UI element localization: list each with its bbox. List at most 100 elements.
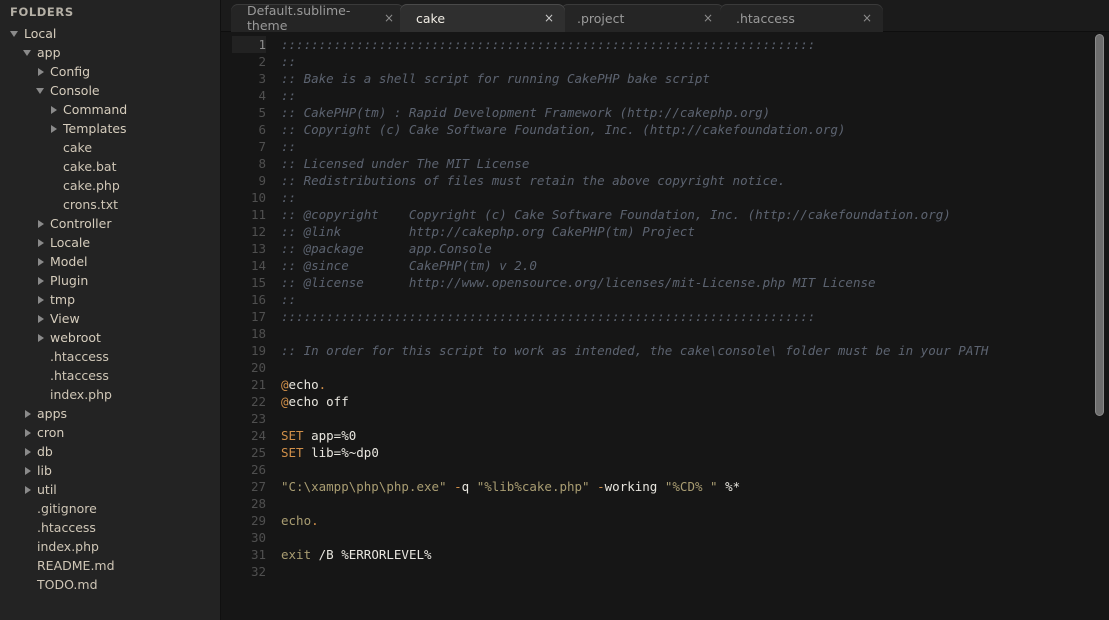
chevron-down-icon[interactable] [10, 28, 21, 39]
tree-file-index-php[interactable]: index.php [0, 537, 220, 556]
tree-folder-webroot[interactable]: webroot [0, 328, 220, 347]
chevron-right-icon[interactable] [49, 123, 60, 134]
chevron-right-icon[interactable] [36, 313, 47, 324]
tree-folder-console[interactable]: Console [0, 81, 220, 100]
tree-folder-tmp[interactable]: tmp [0, 290, 220, 309]
chevron-right-icon[interactable] [36, 256, 47, 267]
tree-file--htaccess[interactable]: .htaccess [0, 347, 220, 366]
code-line-text: ::::::::::::::::::::::::::::::::::::::::… [266, 36, 815, 53]
chevron-right-icon[interactable] [36, 66, 47, 77]
code-line[interactable]: 24 SET app=%0 [221, 427, 1109, 444]
code-line[interactable]: 21 @echo. [221, 376, 1109, 393]
tree-file-cake-php[interactable]: cake.php [0, 176, 220, 195]
chevron-right-icon[interactable] [23, 427, 34, 438]
tree-file--htaccess[interactable]: .htaccess [0, 366, 220, 385]
tab-bar: Default.sublime-theme × cake × .project × .hta… [221, 0, 1109, 32]
code-line[interactable]: 15:: @license http://www.opensource.org/… [221, 274, 1109, 291]
code-line[interactable]: 18 [221, 325, 1109, 342]
code-line[interactable]: 10:: [221, 189, 1109, 206]
tree-folder-command[interactable]: Command [0, 100, 220, 119]
tree-file-index-php[interactable]: index.php [0, 385, 220, 404]
code-line[interactable]: 28 [221, 495, 1109, 512]
tree-folder-config[interactable]: Config [0, 62, 220, 81]
tree-folder-app[interactable]: app [0, 43, 220, 62]
chevron-right-icon[interactable] [36, 275, 47, 286]
code-line[interactable]: 1:::::::::::::::::::::::::::::::::::::::… [221, 36, 1109, 53]
code-token: :: [281, 292, 297, 307]
tree-folder-local[interactable]: Local [0, 24, 220, 43]
code-token: SET [281, 445, 312, 460]
close-icon[interactable]: × [384, 12, 394, 24]
tree-folder-lib[interactable]: lib [0, 461, 220, 480]
code-line[interactable]: 16:: [221, 291, 1109, 308]
code-line[interactable]: 32 [221, 563, 1109, 580]
code-line[interactable]: 7:: [221, 138, 1109, 155]
tab-default-sublime-theme[interactable]: Default.sublime-theme × [231, 3, 404, 32]
code-editor[interactable]: 1:::::::::::::::::::::::::::::::::::::::… [221, 32, 1109, 620]
code-line[interactable]: 29 echo. [221, 512, 1109, 529]
code-line[interactable]: 30 [221, 529, 1109, 546]
code-line[interactable]: 2:: [221, 53, 1109, 70]
tree-file--htaccess[interactable]: .htaccess [0, 518, 220, 537]
code-line[interactable]: 22 @echo off [221, 393, 1109, 410]
tree-file--gitignore[interactable]: .gitignore [0, 499, 220, 518]
close-icon[interactable]: × [861, 12, 873, 24]
chevron-right-icon[interactable] [23, 465, 34, 476]
code-line-text [266, 325, 281, 342]
tree-file-todo-md[interactable]: TODO.md [0, 575, 220, 594]
code-line[interactable]: 9:: Redistributions of files must retain… [221, 172, 1109, 189]
code-line[interactable]: 27 "C:\xampp\php\php.exe" -q "%lib%cake.p… [221, 478, 1109, 495]
code-line[interactable]: 6:: Copyright (c) Cake Software Foundati… [221, 121, 1109, 138]
chevron-down-icon[interactable] [36, 85, 47, 96]
tree-folder-controller[interactable]: Controller [0, 214, 220, 233]
chevron-right-icon[interactable] [36, 237, 47, 248]
code-token: app=%0 [311, 428, 357, 443]
code-line[interactable]: 3:: Bake is a shell script for running C… [221, 70, 1109, 87]
vertical-scrollbar[interactable] [1095, 34, 1104, 416]
tree-folder-view[interactable]: View [0, 309, 220, 328]
code-line[interactable]: 25 SET lib=%~dp0 [221, 444, 1109, 461]
code-line[interactable]: 13:: @package app.Console [221, 240, 1109, 257]
code-line[interactable]: 19:: In order for this script to work as… [221, 342, 1109, 359]
code-line[interactable]: 14:: @since CakePHP(tm) v 2.0 [221, 257, 1109, 274]
tree-item-label: lib [37, 463, 52, 478]
tree-file-crons-txt[interactable]: crons.txt [0, 195, 220, 214]
code-lines-container[interactable]: 1:::::::::::::::::::::::::::::::::::::::… [221, 32, 1109, 620]
code-line[interactable]: 4:: [221, 87, 1109, 104]
code-line[interactable]: 17::::::::::::::::::::::::::::::::::::::… [221, 308, 1109, 325]
chevron-right-icon[interactable] [49, 104, 60, 115]
tree-file-cake[interactable]: cake [0, 138, 220, 157]
chevron-right-icon[interactable] [23, 408, 34, 419]
code-line[interactable]: 31 exit /B %ERRORLEVEL% [221, 546, 1109, 563]
chevron-right-icon[interactable] [23, 484, 34, 495]
chevron-right-icon[interactable] [36, 332, 47, 343]
tab--project[interactable]: .project × [561, 4, 724, 32]
chevron-right-icon[interactable] [36, 294, 47, 305]
code-line[interactable]: 5:: CakePHP(tm) : Rapid Development Fram… [221, 104, 1109, 121]
code-line[interactable]: 11:: @copyright Copyright (c) Cake Softw… [221, 206, 1109, 223]
chevron-down-icon[interactable] [23, 47, 34, 58]
tree-folder-model[interactable]: Model [0, 252, 220, 271]
tree-folder-cron[interactable]: cron [0, 423, 220, 442]
close-icon[interactable]: × [702, 12, 714, 24]
code-line[interactable]: 20 [221, 359, 1109, 376]
tree-folder-locale[interactable]: Locale [0, 233, 220, 252]
tree-folder-plugin[interactable]: Plugin [0, 271, 220, 290]
line-number: 18 [250, 326, 266, 341]
tree-folder-apps[interactable]: apps [0, 404, 220, 423]
tab-cake[interactable]: cake × [400, 4, 565, 32]
tree-folder-db[interactable]: db [0, 442, 220, 461]
code-line[interactable]: 12:: @link http://cakephp.org CakePHP(tm… [221, 223, 1109, 240]
tree-file-readme-md[interactable]: README.md [0, 556, 220, 575]
tree-file-cake-bat[interactable]: cake.bat [0, 157, 220, 176]
close-icon[interactable]: × [543, 12, 555, 24]
code-line[interactable]: 26 [221, 461, 1109, 478]
chevron-right-icon[interactable] [23, 446, 34, 457]
code-line[interactable]: 8:: Licensed under The MIT License [221, 155, 1109, 172]
tree-folder-templates[interactable]: Templates [0, 119, 220, 138]
tab--htaccess[interactable]: .htaccess × [720, 4, 883, 32]
code-line[interactable]: 23 [221, 410, 1109, 427]
tree-folder-util[interactable]: util [0, 480, 220, 499]
chevron-right-icon[interactable] [36, 218, 47, 229]
